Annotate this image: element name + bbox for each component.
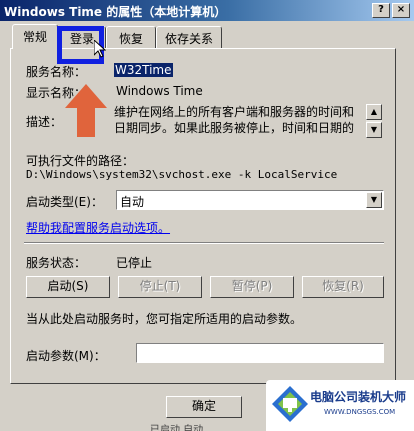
- service-status-label: 服务状态：: [26, 256, 87, 270]
- watermark-url: WWW.DNGSGS.COM: [324, 408, 396, 416]
- tab-recovery[interactable]: 恢复: [106, 26, 156, 48]
- background-list-fragment: 已启动 自动: [150, 425, 204, 431]
- startup-type-value: 自动: [120, 195, 145, 209]
- help-icon[interactable]: ?: [372, 3, 390, 18]
- pause-button[interactable]: 暂停(P): [210, 276, 294, 298]
- scroll-down-icon[interactable]: ▼: [366, 122, 382, 138]
- close-icon[interactable]: ×: [392, 3, 410, 18]
- display-name-value[interactable]: Windows Time: [116, 84, 203, 98]
- mouse-cursor-icon: [94, 40, 106, 58]
- service-name-label: 服务名称：: [26, 65, 87, 79]
- separator: [24, 242, 384, 244]
- watermark: 电脑公司装机大师 WWW.DNGSGS.COM: [266, 380, 414, 431]
- tab-dependencies[interactable]: 依存关系: [156, 26, 222, 48]
- service-name-value[interactable]: W32Time: [114, 63, 173, 77]
- resume-button[interactable]: 恢复(R): [302, 276, 384, 298]
- service-status-value: 已停止: [116, 256, 153, 270]
- window-title: Windows Time 的属性（本地计算机）: [4, 5, 227, 19]
- watermark-title: 电脑公司装机大师: [310, 390, 407, 404]
- chevron-down-icon[interactable]: ▼: [366, 192, 382, 208]
- ok-button[interactable]: 确定: [166, 396, 242, 418]
- start-button[interactable]: 启动(S): [26, 276, 110, 298]
- scroll-up-icon[interactable]: ▲: [366, 104, 382, 120]
- description-line-1: 维护在网络上的所有客户端和服务器的时间和: [114, 105, 355, 119]
- path-label: 可执行文件的路径：: [26, 154, 135, 168]
- startup-type-select[interactable]: 自动 ▼: [116, 190, 384, 210]
- start-params-label: 启动参数(M)：: [26, 349, 106, 363]
- startup-type-label: 启动类型(E)：: [26, 195, 103, 209]
- stop-button[interactable]: 停止(T): [118, 276, 202, 298]
- annotation-arrow-up-icon: [65, 84, 107, 137]
- description-line-2: 日期同步。如果此服务被停止，时间和日期的: [114, 121, 355, 135]
- title-bar[interactable]: Windows Time 的属性（本地计算机） ? ×: [0, 0, 414, 21]
- description-scrollbar[interactable]: ▲ ▼: [366, 104, 382, 138]
- description-label: 描述：: [26, 115, 63, 129]
- tab-general[interactable]: 常规: [12, 24, 58, 49]
- start-params-hint: 当从此处启动服务时，您可指定所适用的启动参数。: [26, 312, 303, 326]
- path-value[interactable]: D:\Windows\system32\svchost.exe -k Local…: [26, 168, 337, 181]
- help-configure-link[interactable]: 帮助我配置服务启动选项。: [26, 219, 170, 236]
- start-params-input[interactable]: [136, 343, 384, 363]
- description-text[interactable]: 维护在网络上的所有客户端和服务器的时间和 日期同步。如果此服务被停止，时间和日期…: [114, 104, 364, 138]
- watermark-logo-icon: [272, 386, 308, 422]
